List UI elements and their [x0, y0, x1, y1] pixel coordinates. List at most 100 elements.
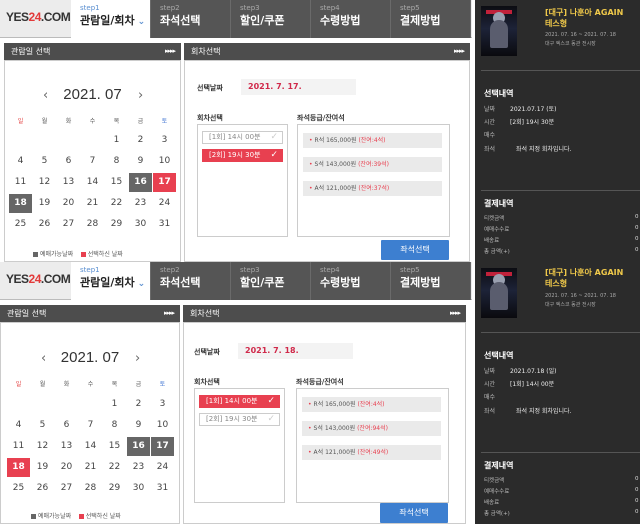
session-option-1[interactable]: [1회] 14시 00분 ✓ — [202, 131, 283, 144]
tab-step1[interactable]: step1 관람일/회차 ⌄ — [71, 262, 151, 300]
select-seat-button[interactable]: 좌석선택 — [381, 240, 449, 260]
calendar-day: 10 — [156, 420, 169, 430]
calendar-week: 11 12 13 14 15 16 17 — [9, 173, 177, 192]
calendar-panel: ‹ 2021. 07 › 일월화수목금토 1 2 3 4 5 6 7 8 9 10 11 12 13 14… — [4, 60, 181, 262]
check-icon: ✓ — [267, 396, 275, 406]
calendar-week: 18 19 20 21 22 23 24 — [7, 458, 175, 477]
seat-grade-s: • S석 143,000원 (잔여:94석) — [302, 421, 441, 436]
tab-step4[interactable]: step4 수령방법 — [311, 0, 391, 38]
weekday: 수 — [87, 381, 94, 388]
calendar-day: 25 — [14, 219, 27, 229]
payment-total: 총 금액(+) 0 — [484, 247, 639, 255]
seat-grade-r: • R석 165,000원 (잔여:4석) — [303, 133, 442, 148]
calendar-day: 3 — [159, 399, 166, 409]
summary-count: 매수 — [484, 132, 496, 139]
calendar-day: 15 — [108, 441, 121, 451]
calendar-day: 28 — [86, 219, 99, 229]
calendar-day[interactable]: 17 — [151, 437, 174, 456]
available-swatch — [31, 514, 36, 519]
session-select-header: 회차선택 ▸▸▸▸ — [184, 43, 470, 60]
tab-step3[interactable]: step3 할인/쿠폰 — [231, 0, 311, 38]
session-option-2[interactable]: [2회] 19시 30분 ✓ — [202, 149, 283, 162]
calendar-day: 15 — [110, 177, 123, 187]
calendar-day: 8 — [111, 420, 118, 430]
seat-list: • R석 165,000원 (잔여:4석) • S석 143,000원 (잔여:94… — [296, 388, 449, 503]
tab-step3[interactable]: step3 할인/쿠폰 — [231, 262, 311, 300]
tab-step2[interactable]: step2 좌석선택 — [151, 0, 231, 38]
tab-step4[interactable]: step4 수령방법 — [311, 262, 391, 300]
calendar-day: 14 — [84, 441, 97, 451]
calendar-day: 22 — [110, 198, 123, 208]
calendar-day: 12 — [36, 441, 49, 451]
yes24-logo[interactable]: YES24.COM — [6, 272, 71, 286]
calendar-day[interactable]: 17 — [153, 173, 176, 192]
calendar-day: 4 — [17, 156, 24, 166]
calendar-day: 7 — [87, 420, 94, 430]
calendar-day: 26 — [36, 483, 49, 493]
session-option-1[interactable]: [1회] 14시 00분 ✓ — [199, 395, 280, 408]
calendar-day[interactable]: 18 — [7, 458, 30, 477]
calendar-day: 12 — [38, 177, 51, 187]
chevron-down-icon: ⌄ — [137, 279, 146, 289]
tab-step2[interactable]: step2 좌석선택 — [151, 262, 231, 300]
payment-total: 총 금액(+) 0 — [484, 509, 639, 517]
payment-delivery: 배송료 0 — [484, 498, 639, 506]
weekday: 화 — [63, 381, 70, 388]
calendar-day: 26 — [38, 219, 51, 229]
calendar-day: 11 — [12, 441, 25, 451]
booking-screen: YES24.COM step1 관람일/회차 ⌄ step2 좌석선택 step3 할인… — [0, 0, 640, 262]
event-title: [대구] 나훈아 AGAIN 테스형 — [545, 8, 624, 28]
calendar-day: 31 — [158, 219, 171, 229]
calendar-empty-cell — [31, 395, 54, 414]
calendar-day[interactable]: 18 — [9, 194, 32, 213]
calendar-month: 2021. 07 — [63, 86, 122, 103]
calendar-day: 11 — [14, 177, 27, 187]
weekday: 금 — [135, 381, 142, 388]
session-label: 회차선택 — [194, 378, 220, 386]
calendar-month: 2021. 07 — [60, 349, 120, 366]
selected-swatch — [80, 252, 86, 257]
booking-screen: YES24.COM step1 관람일/회차 ⌄ step2 좌석선택 step3 할인… — [0, 262, 640, 524]
check-icon: ✓ — [267, 414, 275, 424]
arrows-icon: ▸▸▸▸ — [164, 47, 176, 55]
calendar-day: 22 — [108, 462, 121, 472]
calendar-day: 10 — [158, 156, 171, 166]
step-tabs: step1 관람일/회차 ⌄ step2 좌석선택 step3 할인/쿠폰 step4 수… — [71, 262, 471, 300]
yes24-logo[interactable]: YES24.COM — [6, 10, 71, 24]
next-month-button[interactable]: › — [135, 351, 140, 366]
calendar-day: 27 — [62, 219, 75, 229]
date-select-header: 관람일 선택 ▸▸▸▸ — [4, 43, 181, 60]
weekday-header: 일월화수목금토 — [9, 116, 177, 125]
calendar-week: 18 19 20 21 22 23 24 — [9, 194, 177, 213]
step-tabs: step1 관람일/회차 ⌄ step2 좌석선택 step3 할인/쿠폰 step4 수… — [71, 0, 471, 38]
weekday: 금 — [137, 118, 144, 125]
tab-step5[interactable]: step5 결제방법 — [391, 262, 471, 300]
calendar-day: 29 — [110, 219, 123, 229]
calendar-day[interactable]: 16 — [129, 173, 152, 192]
calendar-legend: 예매가능날짜 선택하신 날짜 — [33, 249, 123, 258]
session-select-header: 회차선택 ▸▸▸▸ — [183, 305, 466, 322]
calendar-day: 21 — [84, 462, 97, 472]
payment-title: 결제내역 — [484, 461, 514, 470]
seat-grade-label: 좌석등급/잔여석 — [296, 378, 344, 386]
calendar-day: 25 — [12, 483, 25, 493]
calendar-day: 30 — [132, 483, 145, 493]
seat-list: • R석 165,000원 (잔여:4석) • S석 143,000원 (잔여:39… — [297, 124, 450, 237]
weekday: 월 — [41, 118, 48, 125]
next-month-button[interactable]: › — [138, 88, 143, 103]
summary-seat: 좌석 좌석 지정 회차입니다. — [484, 408, 572, 415]
session-option-2[interactable]: [2회] 19시 30분 ✓ — [199, 413, 280, 426]
calendar-week: 25 26 27 28 29 30 31 — [9, 215, 177, 234]
calendar-week: 4 5 6 7 8 9 10 — [7, 416, 175, 435]
select-seat-button[interactable]: 좌석선택 — [380, 503, 448, 523]
tab-step5[interactable]: step5 결제방법 — [391, 0, 471, 38]
summary-time: 시간 [1회] 14시 00분 — [484, 381, 555, 388]
summary-date: 날짜 2021.07.18 (일) — [484, 368, 557, 375]
seat-grade-a: • A석 121,000원 (잔여:37석) — [303, 181, 442, 196]
calendar-day[interactable]: 16 — [127, 437, 150, 456]
weekday: 일 — [17, 118, 24, 125]
session-list: [1회] 14시 00분 ✓ [2회] 19시 30분 ✓ — [194, 388, 285, 503]
tab-step1[interactable]: step1 관람일/회차 ⌄ — [71, 0, 151, 38]
chevron-down-icon: ⌄ — [137, 17, 146, 27]
event-info: 2021. 07. 16 ~ 2021. 07. 18 대구 엑스코 동관 전시장 — [545, 32, 616, 47]
